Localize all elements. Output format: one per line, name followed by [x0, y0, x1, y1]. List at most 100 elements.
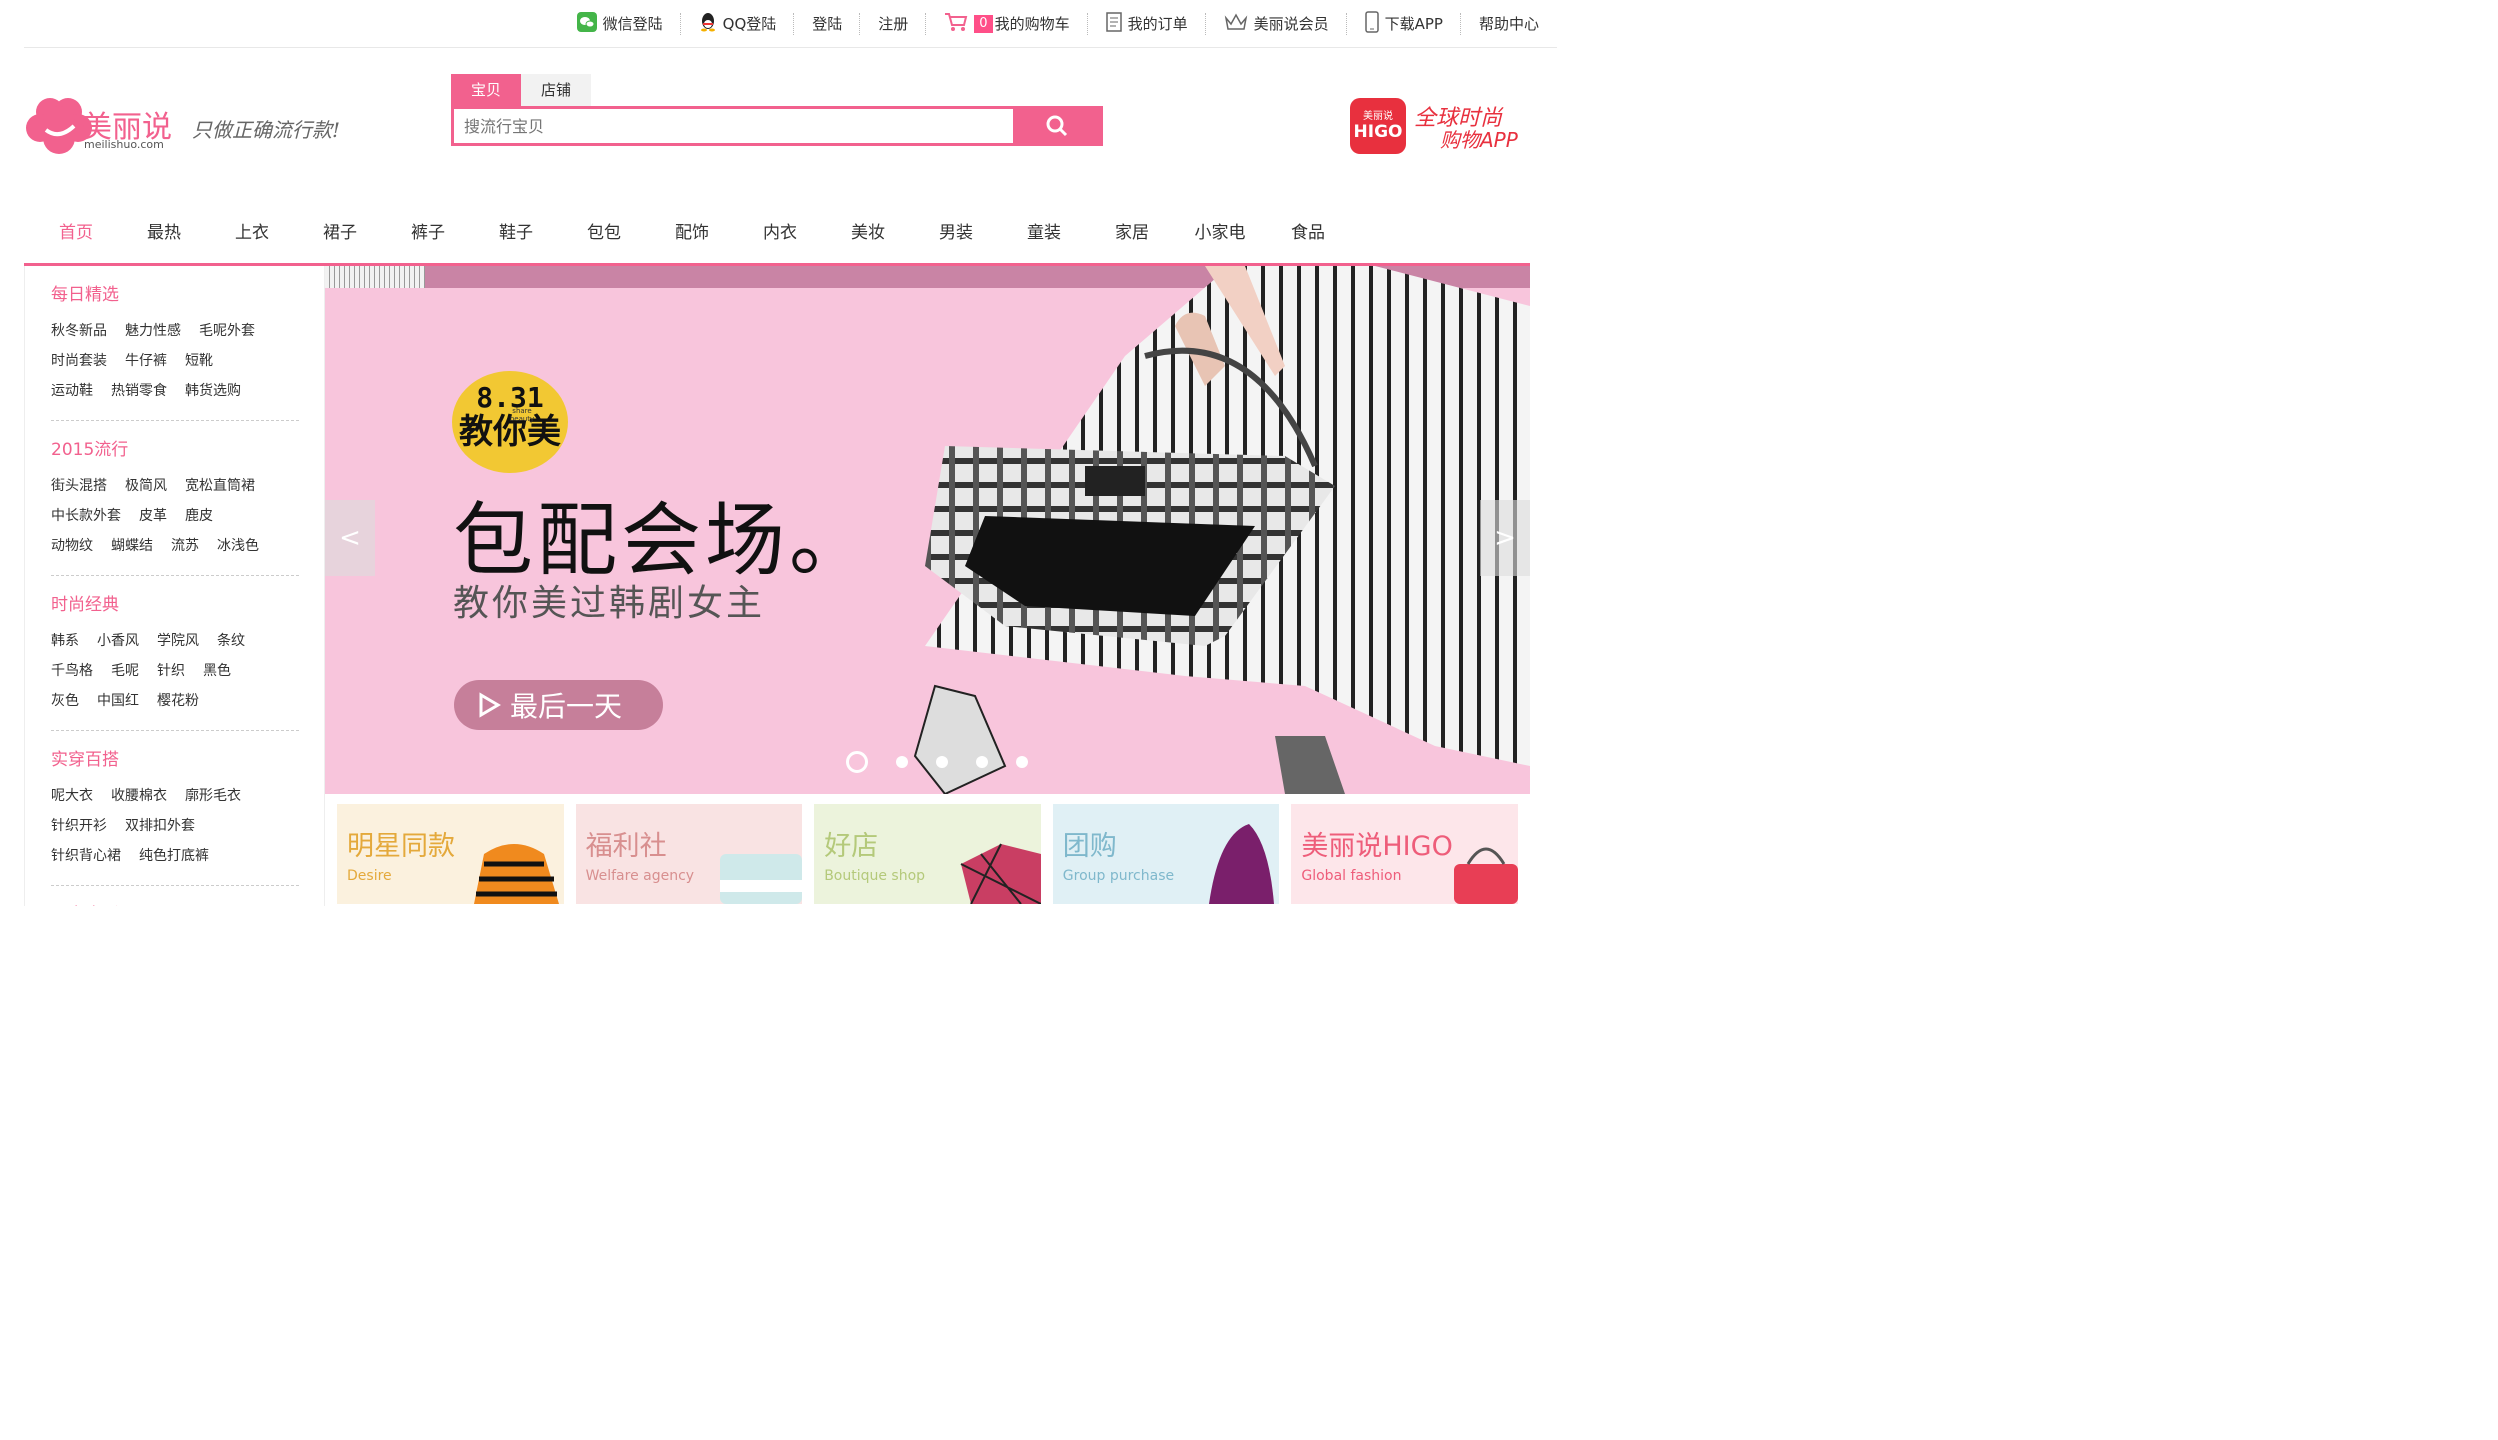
nav-item-8[interactable]: 内衣 [736, 210, 824, 256]
sidebar-tag-link[interactable]: 魅力性感 [125, 316, 181, 346]
sidebar-tag-link[interactable]: 流苏 [171, 531, 199, 561]
sidebar-row: 千鸟格 毛呢 针织 黑色 [51, 656, 299, 686]
sidebar-section-title[interactable]: 实穿百搭 [51, 749, 299, 771]
top-link-2[interactable]: 登陆 [794, 0, 861, 47]
sidebar-row: 灰色 中国红 樱花粉 [51, 686, 299, 716]
sidebar-tag-link[interactable]: 纯色打底裤 [139, 841, 209, 871]
nav-item-4[interactable]: 裤子 [384, 210, 472, 256]
search-tab-0[interactable]: 宝贝 [451, 74, 521, 106]
banner-dot-4[interactable] [1016, 756, 1028, 768]
feature-card-1[interactable]: 福利社 Welfare agency [575, 804, 803, 904]
search-button[interactable] [1013, 109, 1101, 143]
nav-item-11[interactable]: 童装 [1000, 210, 1088, 256]
banner-dots [846, 751, 1056, 773]
sidebar-tag-link[interactable]: 极简风 [125, 471, 167, 501]
top-link-3[interactable]: 注册 [860, 0, 927, 47]
sidebar-tag-link[interactable]: 廓形毛衣 [185, 781, 241, 811]
sidebar-tag-link[interactable]: 冰浅色 [217, 531, 259, 561]
sidebar-tag-link[interactable]: 牛仔裤 [125, 346, 167, 376]
sidebar-tag-link[interactable]: 宽松直筒裙 [185, 471, 255, 501]
feature-card-4[interactable]: 美丽说HIGO Global fashion [1291, 804, 1518, 904]
nav-item-0[interactable]: 首页 [32, 210, 120, 256]
higo-slogan-2: 购物APP [1440, 128, 1518, 152]
sidebar-tag-link[interactable]: 秋冬新品 [51, 316, 107, 346]
search-tab-1[interactable]: 店铺 [521, 74, 591, 106]
sidebar-tag-link[interactable]: 灰色 [51, 686, 79, 716]
sidebar-tag-link[interactable]: 中长款外套 [51, 501, 121, 531]
banner-dot-1[interactable] [896, 756, 908, 768]
higo-badge: 美丽说 HIGO [1350, 98, 1406, 154]
sidebar-tag-link[interactable]: 黑色 [203, 656, 231, 686]
nav-item-2[interactable]: 上衣 [208, 210, 296, 256]
nav-item-14[interactable]: 食品 [1264, 210, 1352, 256]
sidebar-tag-link[interactable]: 毛呢外套 [199, 316, 255, 346]
sidebar-tag-link[interactable]: 学院风 [157, 626, 199, 656]
sidebar-tag-link[interactable]: 双排扣外套 [125, 811, 195, 841]
sidebar-tag-link[interactable]: 针织 [157, 656, 185, 686]
sidebar-tag-link[interactable]: 热销零食 [111, 376, 167, 406]
feature-card-0[interactable]: 明星同款 Desire [337, 804, 564, 904]
higo-badge-top: 美丽说 [1363, 111, 1393, 122]
higo-badge-main: HIGO [1353, 122, 1403, 142]
top-link-label: 下载APP [1384, 15, 1443, 33]
sidebar-section-title[interactable]: 百变廓形 [51, 904, 299, 906]
nav-item-7[interactable]: 配饰 [648, 210, 736, 256]
sidebar-tag-link[interactable]: 街头混搭 [51, 471, 107, 501]
sidebar-tag-link[interactable]: 条纹 [217, 626, 245, 656]
nav-item-6[interactable]: 包包 [560, 210, 648, 256]
sidebar-tag-link[interactable]: 动物纹 [51, 531, 93, 561]
top-link-label: 美丽说会员 [1253, 15, 1329, 33]
sidebar-section-title[interactable]: 2015流行 [51, 439, 299, 461]
top-link-7[interactable]: 下载APP [1347, 0, 1462, 47]
sidebar-tag-link[interactable]: 运动鞋 [51, 376, 93, 406]
top-link-0[interactable]: 微信登陆 [559, 0, 681, 47]
sidebar-tag-link[interactable]: 针织开衫 [51, 811, 107, 841]
sidebar-row: 动物纹 蝴蝶结 流苏 冰浅色 [51, 531, 299, 561]
sidebar-tag-link[interactable]: 韩系 [51, 626, 79, 656]
feature-card-3[interactable]: 团购 Group purchase [1052, 804, 1280, 904]
top-link-1[interactable]: QQ登陆 [681, 0, 795, 47]
nav-item-13[interactable]: 小家电 [1176, 210, 1264, 256]
banner-dot-2[interactable] [936, 756, 948, 768]
logo[interactable]: 美丽说 meilishuo.com 只做正确流行款! [24, 92, 374, 162]
top-link-4[interactable]: 0 我的购物车 [926, 0, 1088, 47]
search-input[interactable] [454, 109, 1013, 143]
sidebar-tag-link[interactable]: 皮革 [139, 501, 167, 531]
nav-item-3[interactable]: 裙子 [296, 210, 384, 256]
sidebar-tag-link[interactable]: 时尚套装 [51, 346, 107, 376]
banner-dot-3[interactable] [976, 756, 988, 768]
nav-item-5[interactable]: 鞋子 [472, 210, 560, 256]
hero-banner[interactable]: 8.31 教你美 share beauty 包配会场。 教你美过韩剧女主 最后一… [325, 266, 1530, 794]
sidebar-tag-link[interactable]: 中国红 [97, 686, 139, 716]
sidebar-tag-link[interactable]: 鹿皮 [185, 501, 213, 531]
sidebar-section-title[interactable]: 每日精选 [51, 284, 299, 306]
sidebar-tag-link[interactable]: 小香风 [97, 626, 139, 656]
sidebar-section-title[interactable]: 时尚经典 [51, 594, 299, 616]
sidebar-tag-link[interactable]: 针织背心裙 [51, 841, 121, 871]
nav-item-9[interactable]: 美妆 [824, 210, 912, 256]
sidebar-tag-link[interactable]: 樱花粉 [157, 686, 199, 716]
banner-dot-0[interactable] [846, 751, 868, 773]
sidebar-tag-link[interactable]: 韩货选购 [185, 376, 241, 406]
sidebar-tag-link[interactable]: 毛呢 [111, 656, 139, 686]
nav-item-10[interactable]: 男装 [912, 210, 1000, 256]
nav-item-1[interactable]: 最热 [120, 210, 208, 256]
sidebar-tag-link[interactable]: 呢大衣 [51, 781, 93, 811]
sidebar-tag-link[interactable]: 短靴 [185, 346, 213, 376]
feature-card-2[interactable]: 好店 Boutique shop [814, 804, 1041, 904]
banner-prev-button[interactable]: < [325, 500, 375, 576]
top-link-6[interactable]: 美丽说会员 [1206, 0, 1347, 47]
sidebar-tag-link[interactable]: 收腰棉衣 [111, 781, 167, 811]
higo-promo[interactable]: 美丽说 HIGO 全球时尚 购物APP [1350, 96, 1540, 158]
top-link-5[interactable]: 我的订单 [1088, 0, 1206, 47]
sidebar-tag-link[interactable]: 千鸟格 [51, 656, 93, 686]
top-link-label: 登陆 [812, 15, 843, 33]
banner-next-button[interactable]: > [1480, 500, 1530, 576]
banner-subline: 教你美过韩剧女主 [453, 583, 766, 624]
banner-cta-button[interactable]: 最后一天 [454, 680, 663, 730]
top-link-8[interactable]: 帮助中心 [1461, 0, 1557, 47]
sidebar-tag-link[interactable]: 蝴蝶结 [111, 531, 153, 561]
date-badge: 8.31 教你美 share beauty [452, 371, 568, 473]
order-icon [1105, 11, 1122, 36]
nav-item-12[interactable]: 家居 [1088, 210, 1176, 256]
